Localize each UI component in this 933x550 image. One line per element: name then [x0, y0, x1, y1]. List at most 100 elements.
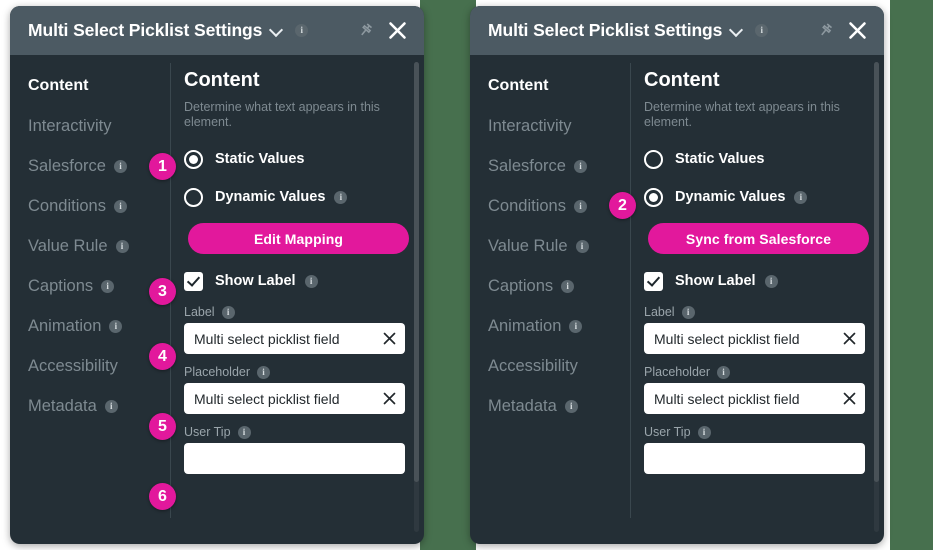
sync-from-salesforce-button[interactable]: Sync from Salesforce	[648, 223, 869, 254]
user-tip-input[interactable]	[644, 443, 865, 474]
info-icon[interactable]: i	[104, 399, 118, 413]
placeholder-input[interactable]: Multi select picklist field	[644, 383, 865, 414]
sidebar-item-interactivity[interactable]: Interactivity	[28, 113, 170, 139]
sidebar-item-value-rule[interactable]: Value Rule i	[28, 233, 170, 259]
sidebar-item-label: Conditions	[28, 196, 106, 215]
sidebar-item-conditions[interactable]: Conditions i	[28, 193, 170, 219]
info-icon[interactable]: i	[334, 190, 348, 204]
close-icon[interactable]	[847, 20, 868, 41]
sidebar-item-metadata[interactable]: Metadata i	[488, 393, 630, 419]
chevron-down-icon[interactable]	[730, 24, 743, 37]
checkbox-label: Show Label	[215, 273, 296, 289]
info-icon[interactable]: i	[561, 279, 575, 293]
label-input[interactable]: Multi select picklist field	[644, 323, 865, 354]
info-icon[interactable]: i	[304, 274, 318, 288]
radio-button[interactable]	[184, 149, 203, 169]
close-icon[interactable]	[387, 20, 408, 41]
info-icon[interactable]: i	[115, 239, 129, 253]
field-label-text: User Tip	[644, 425, 691, 439]
radio-button[interactable]	[644, 149, 663, 169]
sidebar-item-captions[interactable]: Captions i	[488, 273, 630, 299]
info-icon[interactable]: i	[569, 319, 583, 333]
sidebar-item-metadata[interactable]: Metadata i	[28, 393, 170, 419]
scrollbar-thumb[interactable]	[414, 62, 419, 482]
field-label-text: Placeholder	[184, 365, 251, 379]
info-icon[interactable]: i	[113, 159, 127, 173]
field-label: Label i	[644, 305, 869, 319]
screenshot-root: Multi Select Picklist Settings i Content…	[0, 0, 933, 550]
scrollbar-thumb[interactable]	[874, 62, 879, 482]
sidebar-item-accessibility[interactable]: Accessibility	[488, 353, 630, 379]
info-icon[interactable]: i	[295, 24, 309, 37]
sidebar-item-interactivity[interactable]: Interactivity	[488, 113, 630, 139]
field-label: User Tip i	[184, 425, 409, 439]
sidebar-item-label: Metadata	[28, 396, 97, 415]
sidebar-item-value-rule[interactable]: Value Rule i	[488, 233, 630, 259]
field-group-placeholder: Placeholder i Multi select picklist fiel…	[184, 365, 409, 414]
radio-dynamic-values[interactable]: Dynamic Values i	[184, 185, 409, 209]
panel-header-left: Multi Select Picklist Settings i	[10, 6, 424, 55]
radio-static-values[interactable]: Static Values	[184, 147, 409, 171]
sidebar-item-label: Salesforce	[488, 156, 566, 175]
info-icon[interactable]: i	[573, 199, 587, 213]
clear-icon[interactable]	[843, 392, 856, 405]
info-icon[interactable]: i	[764, 274, 778, 288]
info-icon[interactable]: i	[109, 319, 123, 333]
edit-mapping-button[interactable]: Edit Mapping	[188, 223, 409, 254]
checkbox[interactable]	[644, 271, 663, 291]
chevron-down-icon[interactable]	[270, 24, 283, 37]
placeholder-input[interactable]: Multi select picklist field	[184, 383, 405, 414]
pin-icon[interactable]	[815, 21, 835, 41]
checkbox-show-label-row[interactable]: Show Label i	[184, 270, 409, 292]
checkbox[interactable]	[184, 271, 203, 291]
sidebar-item-salesforce[interactable]: Salesforce i	[488, 153, 630, 179]
info-icon[interactable]: i	[573, 159, 587, 173]
info-icon[interactable]: i	[575, 239, 589, 253]
checkbox-show-label-row[interactable]: Show Label i	[644, 270, 869, 292]
clear-icon[interactable]	[843, 332, 856, 345]
pin-icon[interactable]	[355, 21, 375, 41]
info-icon[interactable]: i	[697, 425, 711, 439]
sidebar-item-content[interactable]: Content	[28, 73, 170, 99]
info-icon[interactable]: i	[113, 199, 127, 213]
step-badge-6: 6	[149, 483, 176, 510]
info-icon[interactable]: i	[717, 365, 731, 379]
sidebar-item-content[interactable]: Content	[488, 73, 630, 99]
sidebar-item-animation[interactable]: Animation i	[488, 313, 630, 339]
user-tip-input[interactable]	[184, 443, 405, 474]
info-icon[interactable]: i	[755, 24, 769, 37]
sidebar-item-label: Interactivity	[488, 116, 572, 135]
scrollbar-track[interactable]	[874, 62, 879, 532]
radio-button[interactable]	[644, 187, 663, 207]
panel-body-left: Content Interactivity Salesforce i Condi…	[10, 55, 424, 544]
checkbox-label: Show Label	[675, 273, 756, 289]
settings-nav-left: Content Interactivity Salesforce i Condi…	[10, 55, 170, 544]
settings-content-right: Content Determine what text appears in t…	[630, 55, 884, 544]
info-icon[interactable]: i	[564, 399, 578, 413]
field-label-text: User Tip	[184, 425, 231, 439]
field-label: Label i	[184, 305, 409, 319]
radio-static-values[interactable]: Static Values	[644, 147, 869, 171]
sidebar-item-animation[interactable]: Animation i	[28, 313, 170, 339]
step-badge-4: 4	[149, 343, 176, 370]
sidebar-item-label: Animation	[488, 316, 562, 335]
clear-icon[interactable]	[383, 392, 396, 405]
info-icon[interactable]: i	[221, 305, 235, 319]
scrollbar-track[interactable]	[414, 62, 419, 532]
radio-dynamic-values[interactable]: Dynamic Values i	[644, 185, 869, 209]
label-input[interactable]: Multi select picklist field	[184, 323, 405, 354]
info-icon[interactable]: i	[681, 305, 695, 319]
radio-button[interactable]	[184, 187, 203, 207]
clear-icon[interactable]	[383, 332, 396, 345]
field-group-placeholder: Placeholder i Multi select picklist fiel…	[644, 365, 869, 414]
info-icon[interactable]: i	[237, 425, 251, 439]
background-band-left	[420, 0, 476, 550]
field-group-label: Label i Multi select picklist field	[644, 305, 869, 354]
info-icon[interactable]: i	[101, 279, 115, 293]
settings-panel-left: Multi Select Picklist Settings i Content…	[10, 6, 424, 544]
field-group-label: Label i Multi select picklist field	[184, 305, 409, 354]
background-band-right	[890, 0, 933, 550]
info-icon[interactable]: i	[257, 365, 271, 379]
info-icon[interactable]: i	[794, 190, 808, 204]
panel-header-right: Multi Select Picklist Settings i	[470, 6, 884, 55]
